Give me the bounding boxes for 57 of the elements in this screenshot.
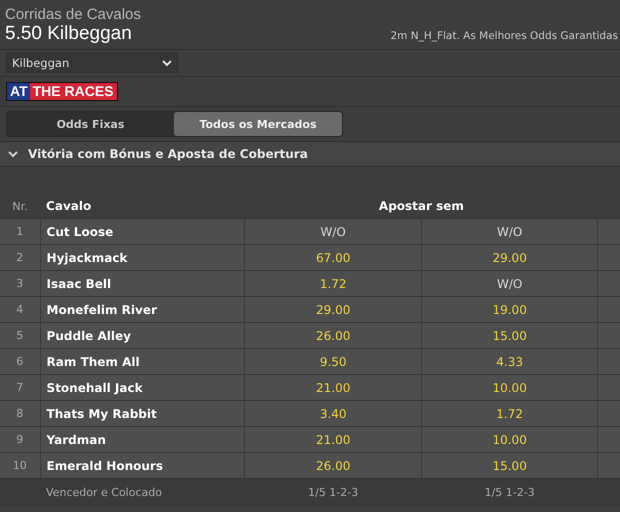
odds-price[interactable]: 15.00	[492, 328, 527, 342]
runner-number: 4	[16, 303, 24, 316]
odds-price[interactable]: 67.00	[316, 250, 350, 264]
runner-number: 6	[16, 355, 24, 368]
horse-name: Monefelim River	[46, 302, 157, 316]
runner-number: 8	[16, 407, 24, 420]
chevron-down-icon	[162, 60, 172, 66]
odds-price[interactable]: 29.00	[492, 250, 527, 264]
odds-price[interactable]: 19.00	[492, 302, 527, 316]
column-header: Cavalo	[46, 198, 92, 212]
runner-number: 9	[16, 433, 24, 446]
horse-name: Hyjackmack	[46, 250, 128, 264]
column-header: Nr.	[12, 200, 28, 212]
horse-name: Stonehall Jack	[46, 380, 143, 394]
course-dropdown[interactable]: Kilbeggan	[6, 53, 178, 73]
odds-price[interactable]: 9.50	[320, 354, 347, 368]
chevron-icon	[8, 150, 18, 158]
place-terms: 1/5 1-2-3	[308, 486, 358, 498]
runner-number: 1	[16, 225, 24, 238]
odds-price[interactable]: 21.00	[316, 380, 350, 394]
market-tab[interactable]: Todos os Mercados	[174, 112, 342, 136]
place-terms: 1/5 1-2-3	[484, 486, 535, 498]
odds-price[interactable]: 1.72	[496, 406, 524, 420]
odds-price[interactable]: W/O	[496, 224, 522, 238]
place-terms-label: Vencedor e Colocado	[46, 486, 162, 498]
odds-price[interactable]: 3.40	[320, 406, 347, 420]
runner-number: 7	[16, 381, 24, 394]
odds-price[interactable]: 10.00	[492, 380, 527, 394]
odds-price[interactable]: 29.00	[316, 302, 350, 316]
market-tab[interactable]: Odds Fixas	[7, 112, 174, 136]
category-title: Corridas de Cavalos	[5, 6, 142, 23]
market-title: Vitória com Bónus e Aposta de Cobertura	[28, 147, 308, 161]
runner-number: 5	[16, 329, 24, 342]
odds-price[interactable]: 21.00	[316, 432, 350, 446]
race-title: 5.50 Kilbeggan	[5, 23, 132, 45]
column-header: Apostar sem	[378, 198, 464, 212]
race-info: 2m N_H_Flat. As Melhores Odds Garantidas	[390, 30, 618, 42]
runner-number: 3	[16, 277, 24, 290]
odds-price[interactable]: 26.00	[316, 328, 350, 342]
runner-number: 2	[16, 251, 24, 264]
logo: AT THE RACES	[6, 82, 118, 101]
odds-price[interactable]: 1.72	[320, 276, 347, 290]
horse-name: Puddle Alley	[46, 328, 131, 342]
odds-price[interactable]: W/O	[496, 276, 522, 290]
odds-price[interactable]: 15.00	[492, 458, 527, 472]
odds-price[interactable]: 26.00	[316, 458, 350, 472]
horse-name: Yardman	[46, 432, 106, 446]
odds-price[interactable]: 4.33	[496, 354, 524, 368]
market-header[interactable]: Vitória com Bónus e Aposta de Cobertura	[0, 142, 620, 167]
horse-name: Isaac Bell	[46, 276, 112, 290]
horse-name: Cut Loose	[46, 224, 114, 238]
odds-price[interactable]: W/O	[320, 224, 346, 238]
runner-number: 10	[12, 459, 27, 472]
horse-name: Ram Them All	[46, 354, 140, 368]
horse-name: Emerald Honours	[46, 458, 163, 472]
odds-price[interactable]: 10.00	[492, 432, 527, 446]
horse-name: Thats My Rabbit	[46, 406, 157, 420]
